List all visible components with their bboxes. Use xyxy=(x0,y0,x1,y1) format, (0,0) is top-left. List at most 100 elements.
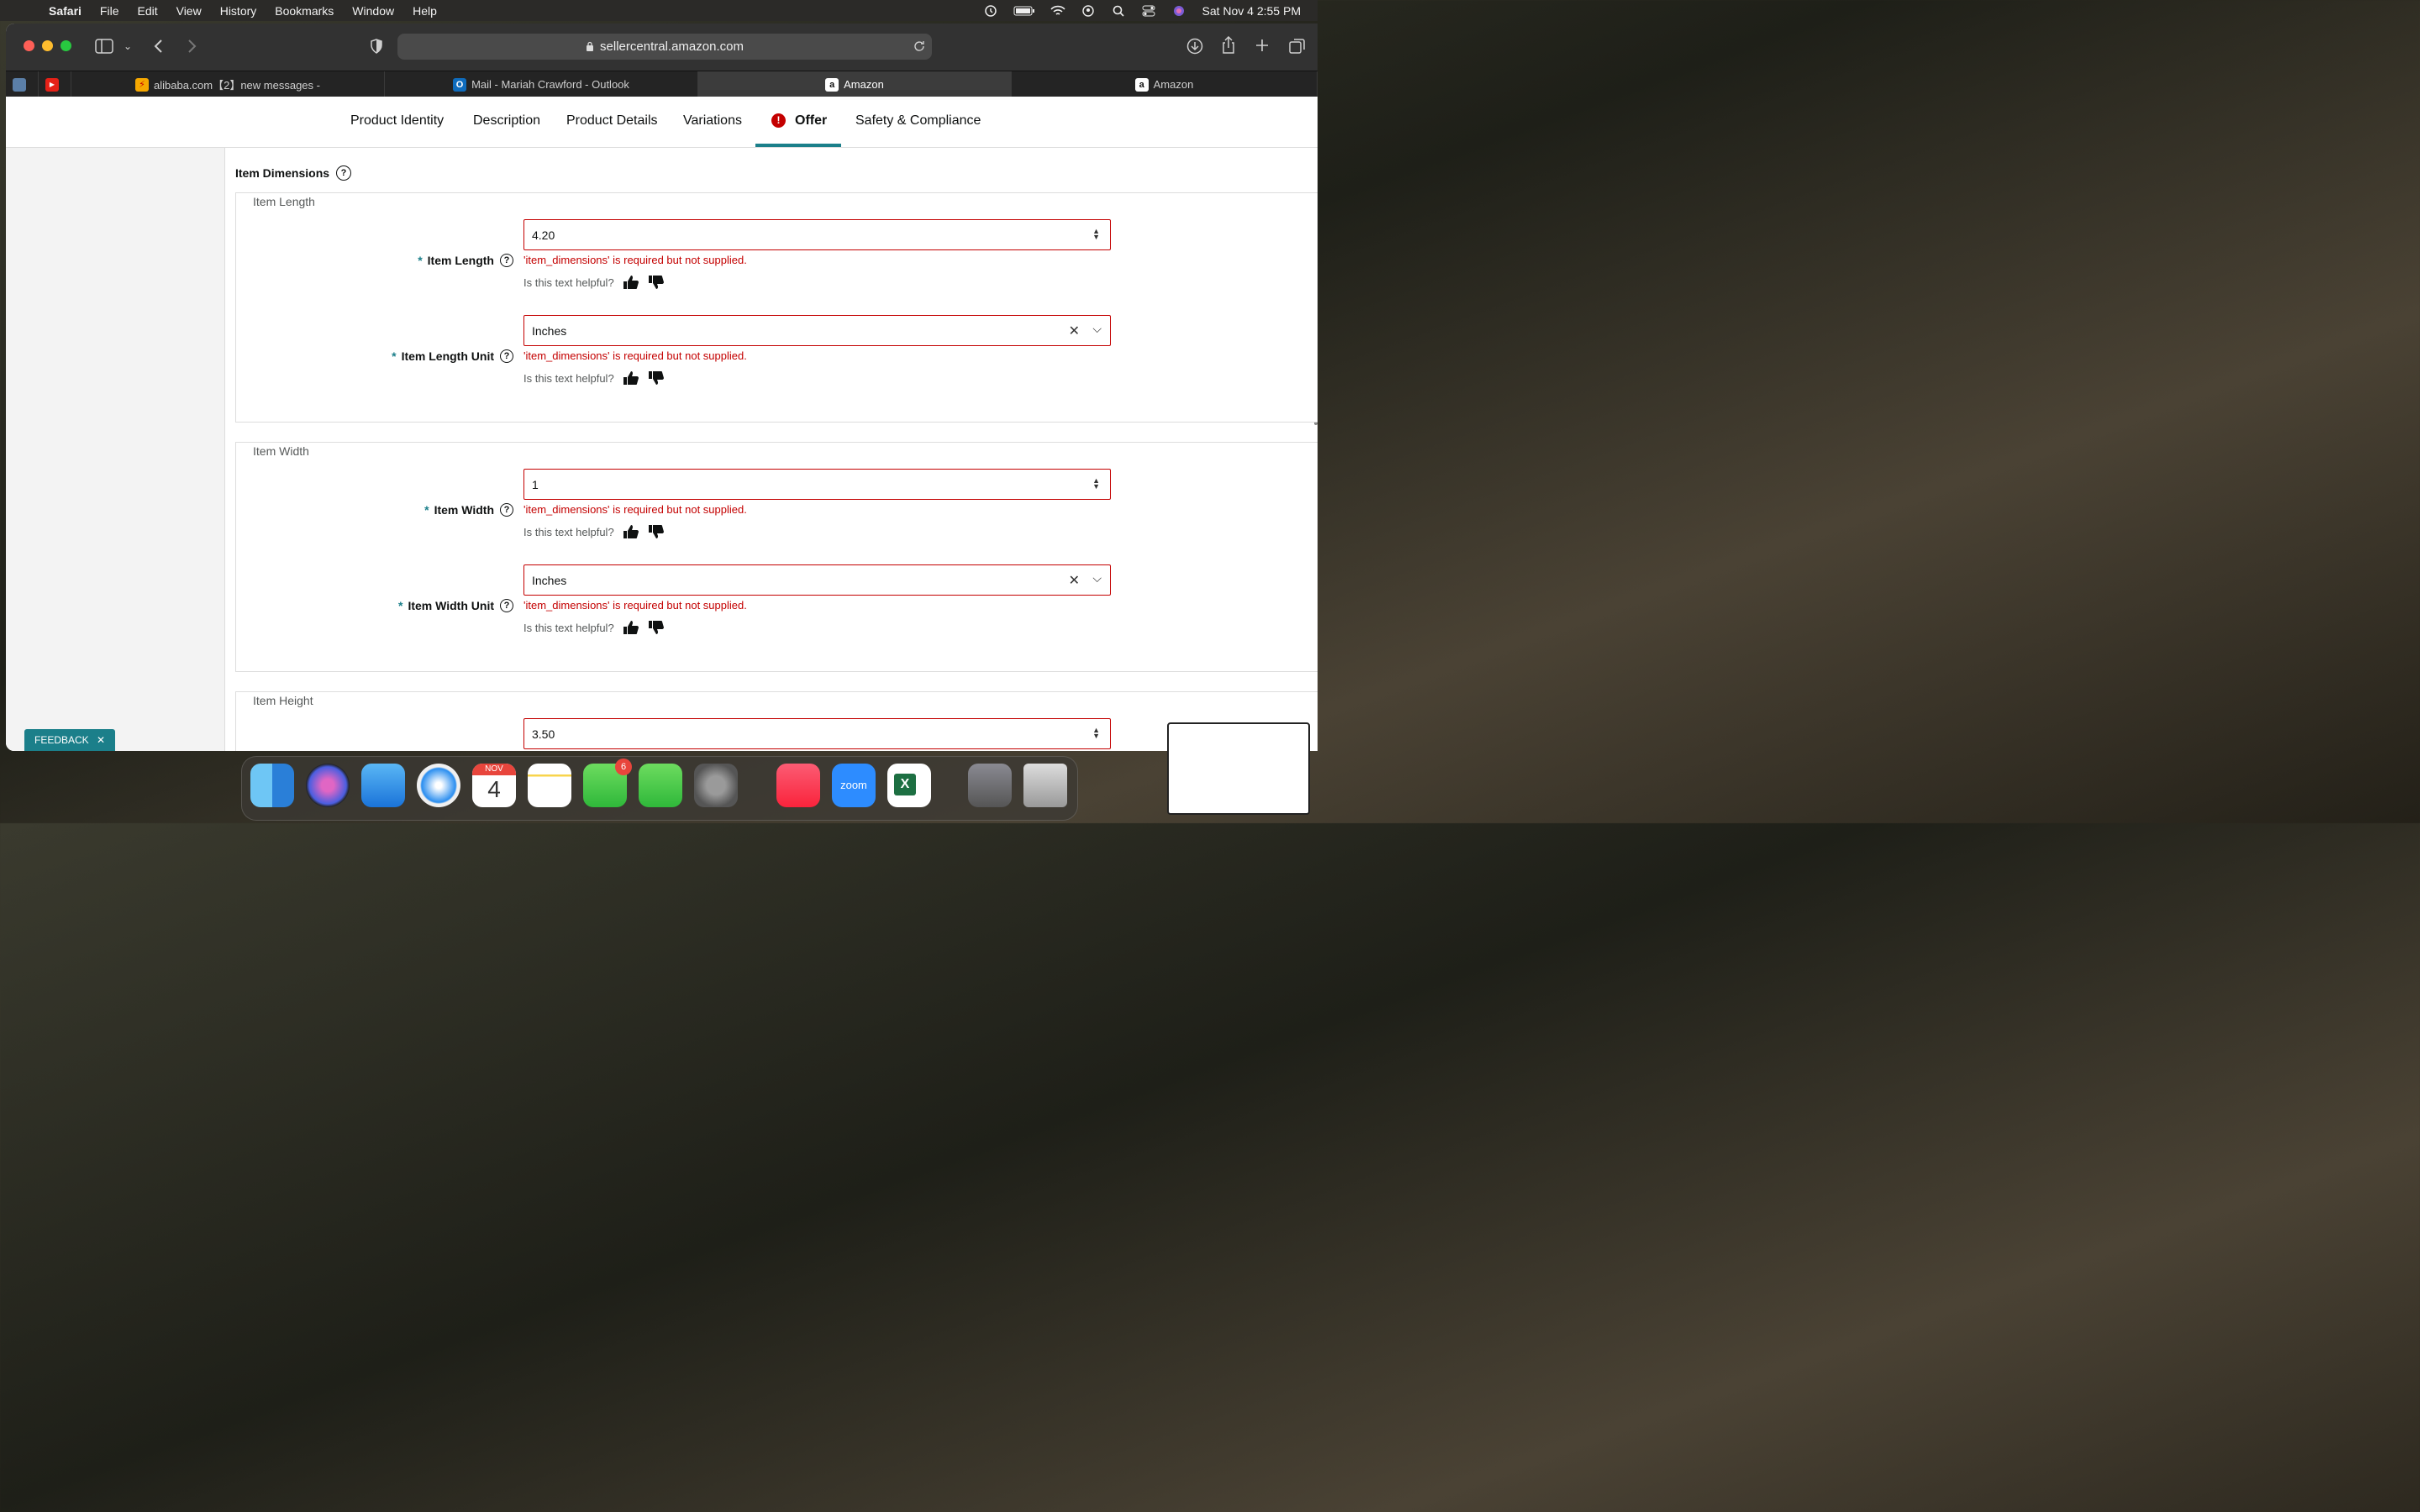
help-icon[interactable]: ? xyxy=(500,254,513,267)
wifi-icon[interactable] xyxy=(1050,5,1066,17)
trash-icon[interactable] xyxy=(1023,764,1067,807)
item-width-unit-select[interactable]: Inches ✕ ⌵ xyxy=(523,564,1111,596)
menubar: Safari File Edit View History Bookmarks … xyxy=(0,0,1318,21)
help-icon[interactable]: ? xyxy=(336,165,352,181)
tab-variations[interactable]: Variations xyxy=(683,113,742,129)
chevron-down-icon[interactable]: ⌵ xyxy=(1092,571,1102,585)
number-stepper-icon[interactable]: ▲ ▼ xyxy=(1092,228,1100,241)
menu-help[interactable]: Help xyxy=(413,4,437,18)
calendar-icon[interactable]: NOV 4 xyxy=(472,764,516,807)
screenshot-thumbnail[interactable] xyxy=(1167,722,1310,815)
clear-icon[interactable]: ✕ xyxy=(1069,572,1080,589)
control-center-icon[interactable] xyxy=(1141,5,1156,17)
menu-file[interactable]: File xyxy=(100,4,119,18)
number-stepper-icon[interactable]: ▲ ▼ xyxy=(1092,727,1100,740)
item-length-label: * Item Length? xyxy=(418,254,513,267)
tab-outlook[interactable]: O Mail - Mariah Crawford - Outlook xyxy=(385,71,698,97)
group-legend: Item Height xyxy=(253,692,313,707)
minimize-window-icon[interactable] xyxy=(42,40,53,51)
user-icon[interactable] xyxy=(1081,4,1096,17)
feedback-button[interactable]: FEEDBACK ✕ xyxy=(24,729,116,751)
sidebar-toggle-icon[interactable] xyxy=(95,39,113,54)
downloads-stack-icon[interactable] xyxy=(968,764,1012,807)
browser-toolbar: ⌄ sellercentral.amazon.com xyxy=(6,24,1318,71)
close-window-icon[interactable] xyxy=(24,40,34,51)
help-icon[interactable]: ? xyxy=(500,503,513,517)
number-stepper-icon[interactable]: ▲ ▼ xyxy=(1092,477,1100,491)
downloads-icon[interactable] xyxy=(1186,38,1203,55)
zoom-window-icon[interactable] xyxy=(60,40,71,51)
chevron-down-icon[interactable]: ⌄ xyxy=(124,40,132,52)
menubar-clock[interactable]: Sat Nov 4 2:55 PM xyxy=(1202,4,1301,18)
thumbs-down-icon[interactable] xyxy=(648,524,665,539)
thumbs-up-icon[interactable] xyxy=(623,620,639,635)
item-length-input[interactable]: 4.20 ▲ ▼ xyxy=(523,219,1111,250)
tab-overview-icon[interactable] xyxy=(1289,38,1306,55)
siri-icon[interactable] xyxy=(1171,5,1186,17)
error-message: 'item_dimensions' is required but not su… xyxy=(523,254,747,266)
help-icon[interactable]: ? xyxy=(500,599,513,612)
calendar-month: NOV xyxy=(472,764,516,775)
close-icon[interactable]: ✕ xyxy=(97,734,105,746)
menu-view[interactable]: View xyxy=(176,4,202,18)
zoom-icon[interactable]: zoom xyxy=(832,764,876,807)
privacy-shield-icon[interactable] xyxy=(370,39,383,54)
finder-icon[interactable] xyxy=(250,764,294,807)
system-settings-icon[interactable] xyxy=(694,764,738,807)
siri-icon[interactable] xyxy=(306,764,350,807)
item-width-input[interactable]: 1 ▲ ▼ xyxy=(523,469,1111,500)
tab-offer-label: Offer xyxy=(795,113,828,128)
messages-badge: 6 xyxy=(615,759,632,775)
clear-icon[interactable]: ✕ xyxy=(1069,323,1080,339)
forward-icon[interactable] xyxy=(187,39,197,54)
facetime-icon[interactable] xyxy=(639,764,682,807)
thumbs-up-icon[interactable] xyxy=(623,275,639,290)
tab-safety-compliance[interactable]: Safety & Compliance xyxy=(855,113,981,129)
new-tab-icon[interactable] xyxy=(1255,39,1269,52)
excel-icon[interactable]: X xyxy=(887,764,931,807)
messages-icon[interactable]: 6 xyxy=(583,759,632,807)
tab-label: Mail - Mariah Crawford - Outlook xyxy=(471,78,629,91)
tab-amazon[interactable]: a Amazon xyxy=(1012,71,1318,97)
thumbs-down-icon[interactable] xyxy=(648,620,665,635)
menu-history[interactable]: History xyxy=(220,4,257,18)
menu-app-name[interactable]: Safari xyxy=(49,4,82,18)
notes-icon[interactable] xyxy=(528,764,571,807)
help-icon[interactable]: ? xyxy=(500,349,513,363)
tab-label: alibaba.com【2】new messages - xyxy=(154,79,320,92)
back-icon[interactable] xyxy=(154,39,164,54)
time-machine-icon[interactable] xyxy=(983,4,998,17)
item-height-input[interactable]: 3.50 ▲ ▼ xyxy=(523,718,1111,749)
tab-product-details[interactable]: Product Details xyxy=(566,113,658,129)
tab-offer[interactable]: ! Offer xyxy=(771,113,827,129)
thumbs-down-icon[interactable] xyxy=(648,370,665,386)
address-bar[interactable]: sellercentral.amazon.com xyxy=(397,34,932,60)
item-length-unit-select[interactable]: Inches ✕ ⌵ xyxy=(523,315,1111,346)
tab-label: Amazon xyxy=(1153,78,1194,91)
menu-edit[interactable]: Edit xyxy=(137,4,157,18)
music-icon[interactable] xyxy=(776,764,820,807)
tab-amazon-active[interactable]: a Amazon xyxy=(698,71,1012,97)
reload-icon[interactable] xyxy=(913,40,925,52)
pinned-tab-youtube[interactable]: ▶ xyxy=(39,71,71,97)
amazon-icon: a xyxy=(825,77,839,92)
pinned-tab[interactable] xyxy=(6,71,39,97)
menu-bookmarks[interactable]: Bookmarks xyxy=(275,4,334,18)
page-content: Product Identity Description Product Det… xyxy=(6,97,1318,751)
safari-icon[interactable] xyxy=(417,764,460,807)
chevron-down-icon[interactable]: ⌵ xyxy=(1092,322,1102,336)
battery-icon[interactable] xyxy=(1013,5,1035,17)
calendar-day: 4 xyxy=(487,776,501,802)
thumbs-up-icon[interactable] xyxy=(623,370,639,386)
menu-window[interactable]: Window xyxy=(352,4,394,18)
url-text: sellercentral.amazon.com xyxy=(600,39,744,54)
tab-product-identity[interactable]: Product Identity xyxy=(350,113,444,129)
thumbs-up-icon[interactable] xyxy=(623,524,639,539)
tab-description[interactable]: Description xyxy=(473,113,540,129)
spotlight-search-icon[interactable] xyxy=(1111,5,1126,17)
mail-icon[interactable] xyxy=(361,764,405,807)
tab-alibaba[interactable]: ⚡ alibaba.com【2】new messages - xyxy=(71,71,385,97)
thumbs-down-icon[interactable] xyxy=(648,275,665,290)
share-icon[interactable] xyxy=(1222,36,1235,55)
group-legend: Item Length xyxy=(253,193,315,208)
